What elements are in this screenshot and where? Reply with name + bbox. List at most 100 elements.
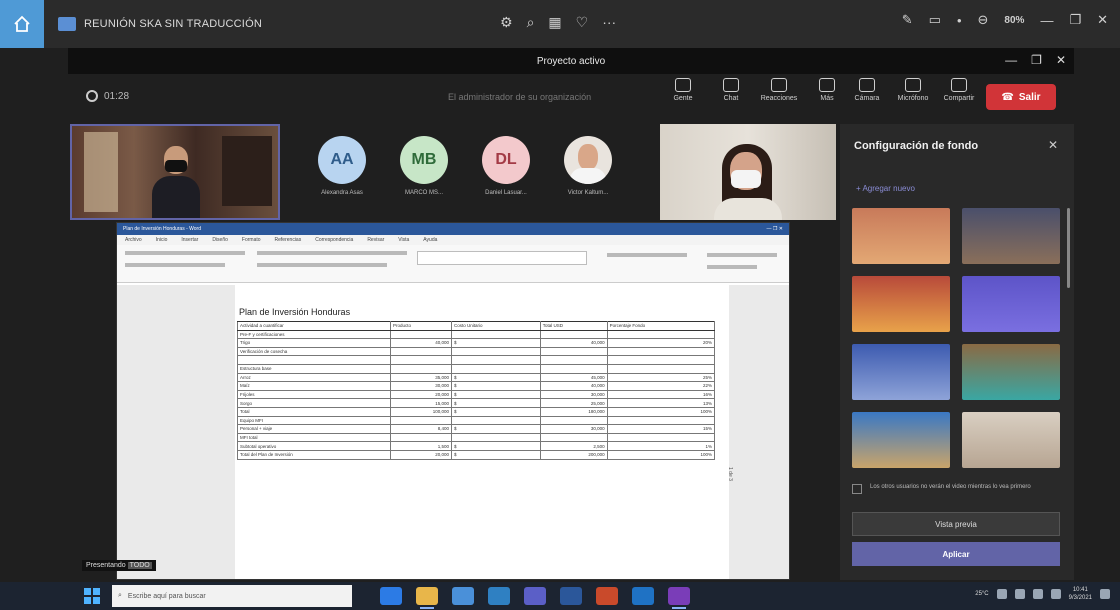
table-cell: Verificación de cosecha <box>236 346 392 357</box>
explorer-app[interactable] <box>416 587 438 609</box>
edge-app[interactable] <box>380 587 402 605</box>
word-tab[interactable]: Vista <box>398 237 409 243</box>
table-row: Total 100,000 $180,000 100% <box>236 406 716 417</box>
word-ribbon-tabs: Archivo Inicio Insertar Diseño Formato R… <box>117 235 789 245</box>
bg-blue-pattern[interactable] <box>852 344 950 400</box>
date: 9/3/2021 <box>1068 595 1092 601</box>
word-tab[interactable]: Referencias <box>275 237 302 243</box>
table-row: Maíz 30,000 $40,000 22% <box>236 381 716 391</box>
volume-icon[interactable] <box>1014 589 1025 599</box>
bg-desert-sunset[interactable] <box>852 208 950 264</box>
participant-vk[interactable]: Victor Kaltum... <box>558 136 618 196</box>
pen-icon[interactable]: ✎ <box>902 12 913 28</box>
meeting-toolbar: 01:28 El administrador de su organizació… <box>68 74 1074 122</box>
table-cell: 8,400 <box>390 424 452 434</box>
table-header: Porcentaje Fondo <box>606 321 716 331</box>
table-body: Pre-F y certificaciones Trigo 40,000 $40,00… <box>236 329 716 460</box>
participant-video-left[interactable] <box>70 124 280 220</box>
panel-scrollbar[interactable] <box>1067 208 1070 288</box>
tool-people[interactable]: Gente <box>666 78 700 102</box>
window-maximize[interactable]: ❐ <box>1069 12 1081 28</box>
bg-office-room[interactable] <box>962 208 1060 264</box>
mail-app[interactable] <box>488 587 510 605</box>
word-tab[interactable]: Ayuda <box>423 237 437 243</box>
close-icon[interactable]: ✕ <box>1048 138 1058 152</box>
onenote-app[interactable] <box>668 587 690 609</box>
tool-reactions[interactable]: Reacciones <box>761 78 797 102</box>
table-cell <box>539 329 608 340</box>
more-icon[interactable]: ··· <box>602 14 616 31</box>
word-tab[interactable]: Diseño <box>212 237 228 243</box>
battery-icon[interactable] <box>1032 589 1043 599</box>
clock[interactable]: 10:41 9/3/2021 <box>1069 586 1092 602</box>
bg-city-sky[interactable] <box>852 412 950 468</box>
zoom-level[interactable]: 80% <box>1004 15 1024 26</box>
preview-button[interactable]: Vista previa <box>852 512 1060 536</box>
start-button[interactable] <box>84 588 100 604</box>
word-tab[interactable]: Inicio <box>156 237 168 243</box>
taskbar-search[interactable]: ⌕ Escribe aquí para buscar <box>112 585 352 607</box>
participant-dl[interactable]: DL Daniel Lasuar... <box>476 136 536 196</box>
teams-app[interactable] <box>524 587 546 605</box>
table-cell: $ <box>450 372 541 383</box>
bg-purple-space[interactable] <box>962 276 1060 332</box>
table-cell: $ <box>450 381 541 391</box>
window-minimize[interactable]: — <box>1040 13 1053 28</box>
network-icon[interactable] <box>996 589 1007 599</box>
participant-mb[interactable]: MB MARCO MS... <box>394 136 454 196</box>
leave-button[interactable]: ☎ Salir <box>986 84 1056 110</box>
store-app[interactable] <box>452 587 474 605</box>
home-button[interactable] <box>0 0 44 48</box>
copilot-icon[interactable]: ⚙ <box>500 14 513 31</box>
presenter-restore[interactable]: ❐ <box>1031 53 1042 67</box>
apply-button[interactable]: Aplicar <box>852 542 1060 566</box>
presenter-close[interactable]: ✕ <box>1056 53 1066 67</box>
word-tab[interactable]: Formato <box>242 237 261 243</box>
bg-red-arches[interactable] <box>852 276 950 332</box>
table-cell: Pre-F y certificaciones <box>236 329 392 340</box>
powerpoint-app[interactable] <box>596 587 618 605</box>
weather[interactable]: 25°C <box>975 591 988 597</box>
avatar: AA <box>318 136 366 184</box>
table-cell <box>450 415 541 426</box>
table-cell: 30,000 <box>539 424 608 434</box>
language-icon[interactable] <box>1050 589 1061 599</box>
tool-more[interactable]: Más <box>810 78 844 102</box>
word-app[interactable] <box>560 587 582 605</box>
table-cell: 16% <box>606 389 716 400</box>
word-window-controls[interactable]: — ❐ ✕ <box>767 226 783 232</box>
word-tab[interactable]: Revisar <box>367 237 384 243</box>
camera-button[interactable]: Cámara <box>850 78 884 102</box>
word-tab[interactable]: Insertar <box>181 237 198 243</box>
search-icon[interactable]: ⌕ <box>527 14 535 31</box>
window-close[interactable]: ✕ <box>1097 12 1108 28</box>
word-tab[interactable]: Correspondencia <box>315 237 353 243</box>
heart-icon[interactable]: ♡ <box>576 14 589 31</box>
table-cell <box>390 329 452 340</box>
word-tab[interactable]: Archivo <box>125 237 142 243</box>
calendar-icon[interactable]: ▦ <box>548 14 561 31</box>
table-cell: 100,000 <box>390 406 452 417</box>
shared-screen-document[interactable]: Plan de Inversión Honduras - Word — ❐ ✕ … <box>116 222 790 580</box>
outlook-app[interactable] <box>632 587 654 605</box>
bg-patio-pool[interactable] <box>962 344 1060 400</box>
dot-icon[interactable]: • <box>957 13 962 28</box>
share-button[interactable]: Compartir <box>942 78 976 102</box>
record-icon <box>86 90 98 102</box>
meeting-icon <box>58 17 76 31</box>
table-row: Personal + viaje 8,400 $30,000 15% <box>236 424 716 434</box>
zoom-out-icon[interactable]: ⊖ <box>978 12 989 28</box>
word-title-bar: Plan de Inversión Honduras - Word — ❐ ✕ <box>117 223 789 235</box>
preview-checkbox-row[interactable]: Los otros usuarios no verán el video mie… <box>852 484 1062 494</box>
participant-video-right[interactable] <box>660 124 836 220</box>
notifications-icon[interactable] <box>1100 589 1110 599</box>
add-new-background[interactable]: + Agregar nuevo <box>856 184 915 193</box>
participant-aa[interactable]: AA Alexandra Asas <box>312 136 372 196</box>
bg-minimal-room[interactable] <box>962 412 1060 468</box>
tool-chat[interactable]: Chat <box>714 78 748 102</box>
checkbox[interactable] <box>852 484 862 494</box>
presenter-bar-label: Proyecto activo <box>536 55 606 67</box>
screen-icon[interactable]: ▭ <box>929 12 941 28</box>
presenter-minimize[interactable]: — <box>1005 53 1017 67</box>
microphone-button[interactable]: Micrófono <box>896 78 930 102</box>
